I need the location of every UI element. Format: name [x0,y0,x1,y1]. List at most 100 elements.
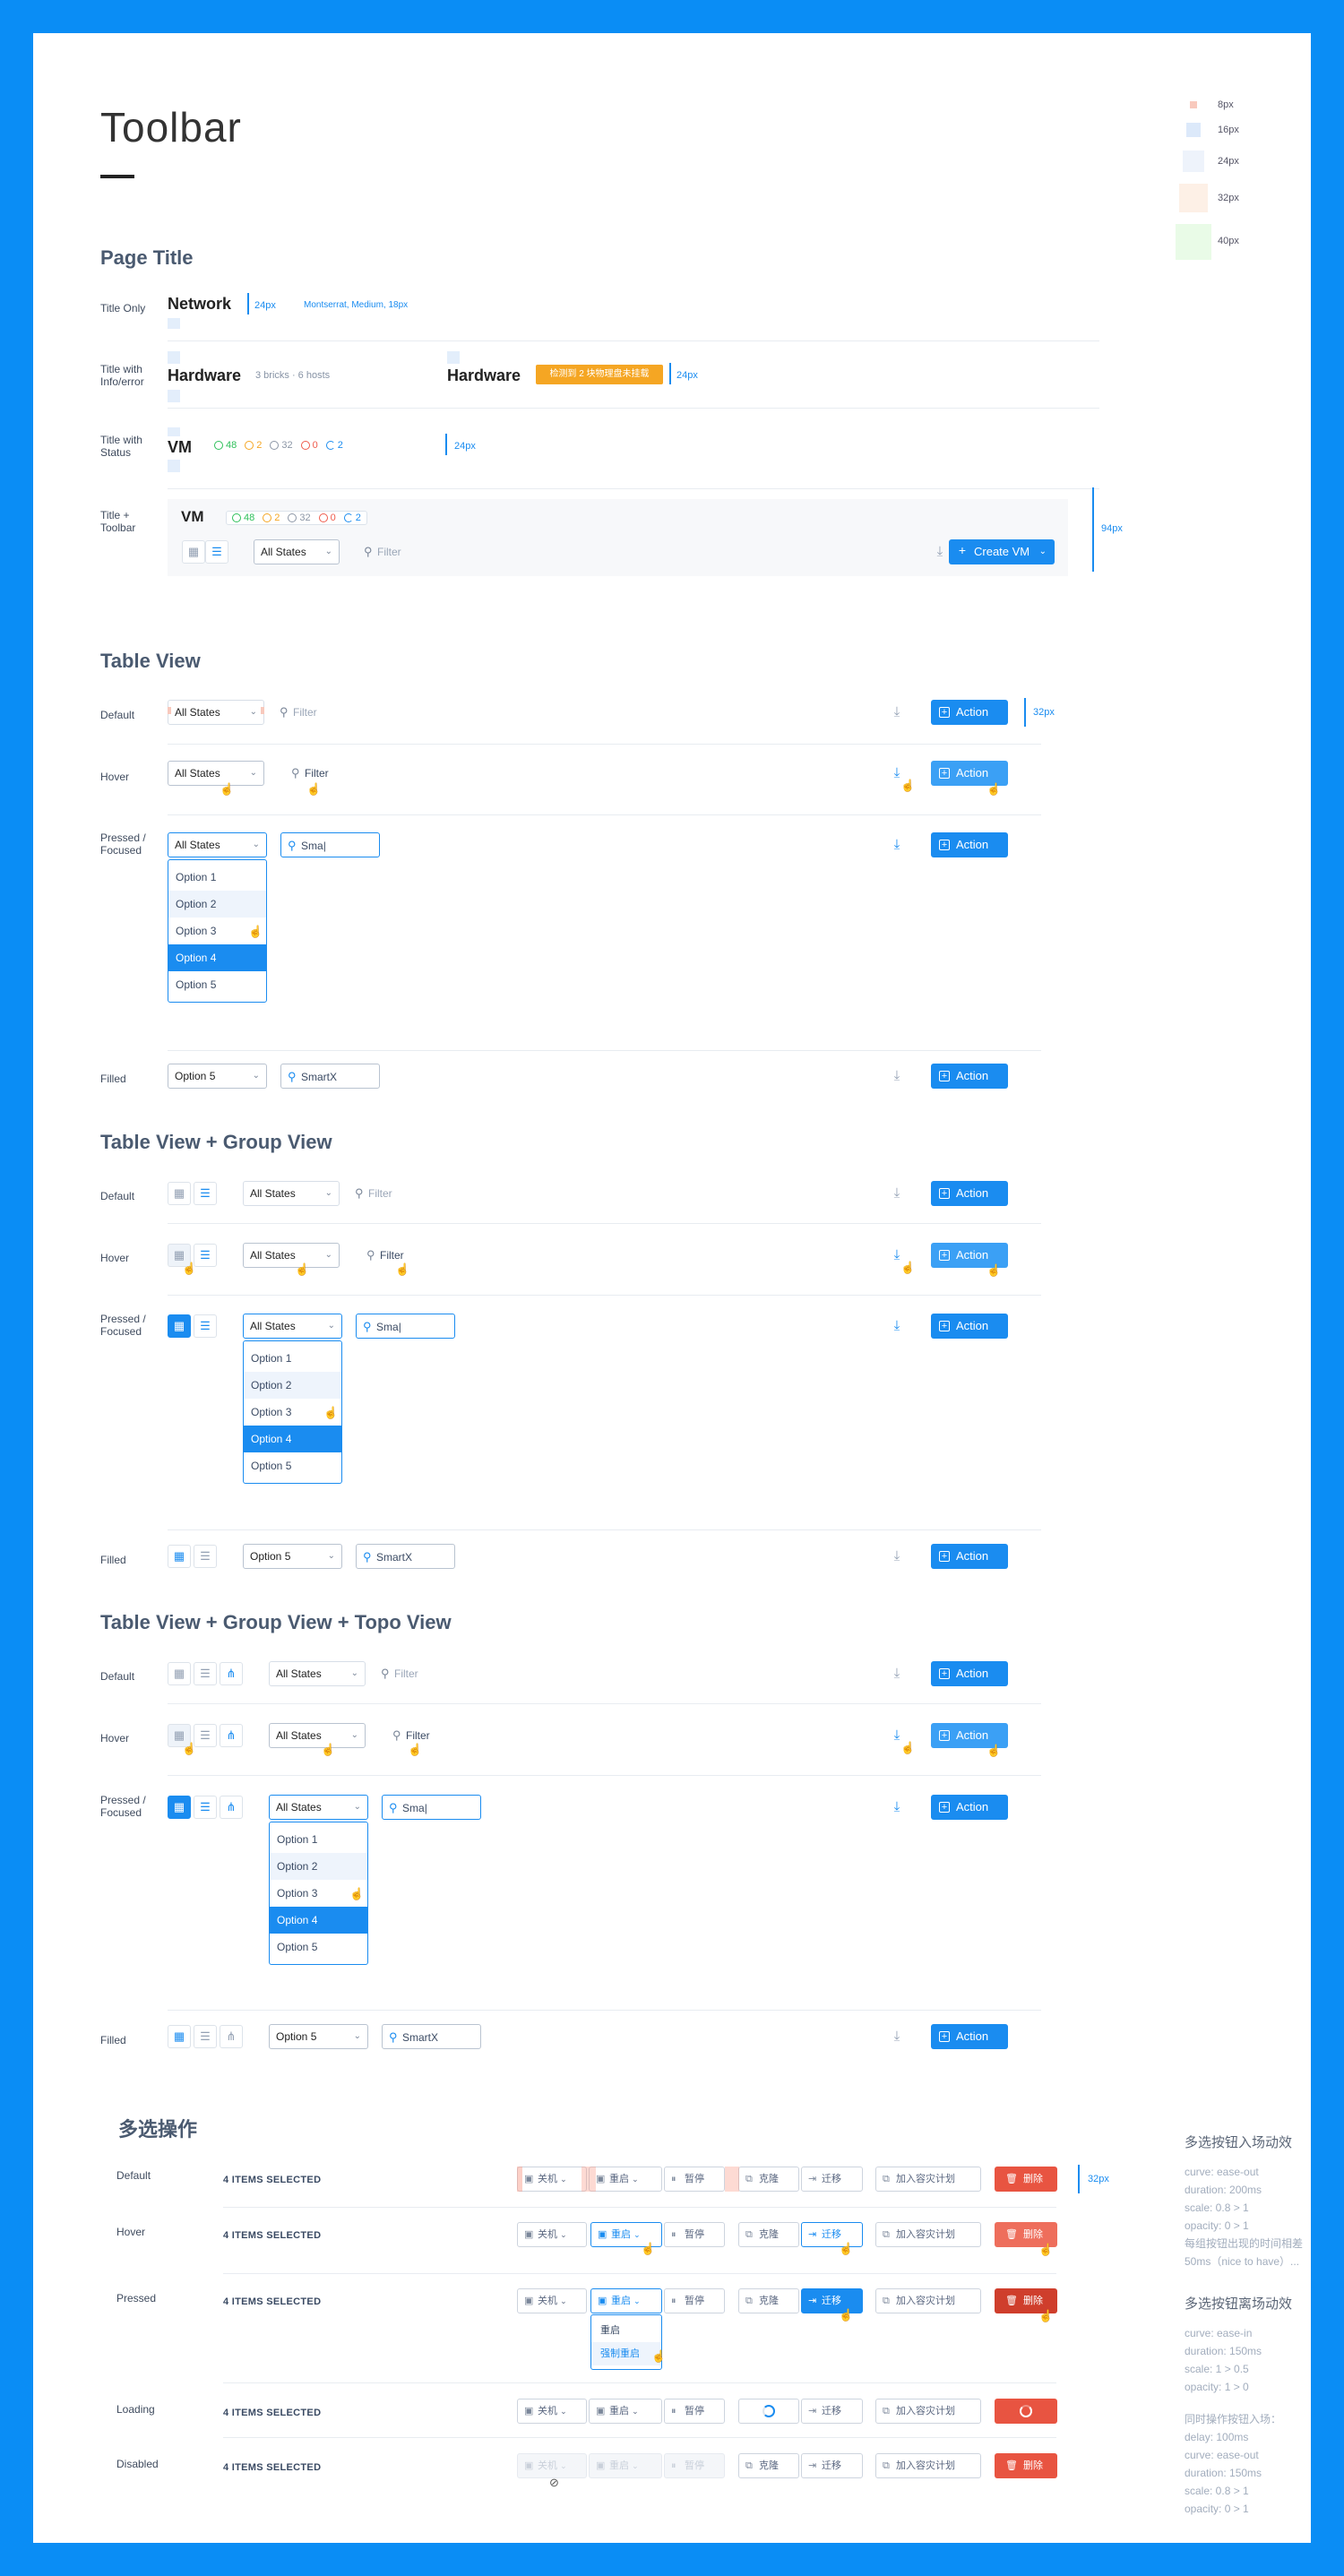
pause-button[interactable]: ⏸ 暂停 [664,2222,725,2247]
list-view-icon[interactable]: ☰ [194,1244,217,1267]
search-input[interactable]: ⚲ Sma| [280,832,380,857]
dr-plan-button[interactable]: ⧉ 加入容灾计划 [875,2222,981,2247]
pause-button[interactable]: ⏸ 暂停 [664,2167,725,2192]
list-view-icon[interactable]: ☰ [194,1545,217,1568]
filter-input[interactable]: ⚲ Filter [375,1661,455,1686]
shutdown-button[interactable]: ▣ 关机 ⌄ [517,2453,587,2478]
action-button[interactable]: + Action [931,2024,1008,2049]
search-input[interactable]: ⚲ SmartX [280,1064,380,1089]
download-icon[interactable]: ⤓ [887,1546,907,1566]
delete-button[interactable]: 🗑 删除 [995,2167,1057,2192]
status-running[interactable]: 48 [214,440,237,451]
pause-button[interactable]: ⏸ 暂停 [664,2399,725,2424]
status-warning[interactable]: 2 [263,513,280,523]
dropdown-option[interactable]: Option 5 [168,971,266,998]
migrate-button[interactable]: ⇥ 迁移 [801,2399,863,2424]
search-input[interactable]: ⚲ Sma| [382,1795,481,1820]
restart-button[interactable]: ▣ 重启 ⌄ [589,2167,662,2192]
create-vm-button[interactable]: + Create VM ⌄ [949,539,1055,564]
clone-button[interactable]: ⧉ 克隆 [738,2453,799,2478]
action-button[interactable]: + Action [931,1544,1008,1569]
dropdown-option[interactable]: Option 4 [270,1907,367,1934]
shutdown-button[interactable]: ▣ 关机 ⌄ [517,2399,587,2424]
action-button[interactable]: + Action [931,832,1008,857]
topo-view-icon[interactable]: ⋔ [220,1724,243,1747]
list-view-icon[interactable]: ☰ [205,540,228,564]
status-syncing[interactable]: 2 [325,440,343,451]
state-select[interactable]: All States ⌄ [168,761,264,786]
state-select[interactable]: All States ⌄ [269,1795,368,1820]
status-warning[interactable]: 2 [245,440,262,451]
dropdown-option[interactable]: 重启 [591,2319,661,2342]
download-icon[interactable]: ⤓ [887,702,907,722]
filter-input[interactable]: ⚲ Filter [285,761,366,786]
delete-button-loading[interactable] [995,2399,1057,2424]
grid-view-icon[interactable]: ▦ [168,1182,191,1205]
list-view-icon[interactable]: ☰ [194,1314,217,1338]
state-select[interactable]: All States ⌄ [269,1661,366,1686]
list-view-icon[interactable]: ☰ [194,1796,217,1819]
state-select[interactable]: All States ⌄ [243,1243,340,1268]
state-select[interactable]: Option 5 ⌄ [243,1544,342,1569]
status-stopped[interactable]: 32 [270,440,293,451]
delete-button[interactable]: 🗑 删除 [995,2453,1057,2478]
dropdown-option[interactable]: Option 5 [244,1452,341,1479]
shutdown-button[interactable]: ▣ 关机 ⌄ [517,2222,587,2247]
dropdown-option[interactable]: Option 2 [270,1853,367,1880]
download-icon[interactable]: ⤓ [930,542,950,562]
status-stopped[interactable]: 32 [288,513,311,523]
search-input[interactable]: ⚲ SmartX [356,1544,455,1569]
topo-view-icon[interactable]: ⋔ [220,1662,243,1685]
action-button[interactable]: + Action [931,1661,1008,1686]
download-icon[interactable]: ⤓ [887,1184,907,1203]
dropdown-option[interactable]: Option 4 [244,1426,341,1452]
dropdown-option[interactable]: Option 1 [270,1826,367,1853]
action-button[interactable]: + Action [931,1181,1008,1206]
restart-button[interactable]: ▣ 重启 ⌄ [589,2453,662,2478]
list-view-icon[interactable]: ☰ [194,1662,217,1685]
filter-input[interactable]: ⚲ Filter [349,1181,429,1206]
status-error[interactable]: 0 [318,513,336,523]
dr-plan-button[interactable]: ⧉ 加入容灾计划 [875,2167,981,2192]
download-icon[interactable]: ⤓ [887,835,907,855]
download-icon[interactable]: ⤓ [887,1664,907,1684]
status-running[interactable]: 48 [232,513,254,523]
state-select[interactable]: All States ⌄ [243,1181,340,1206]
dropdown-option[interactable]: Option 5 [270,1934,367,1960]
state-select[interactable]: All States ⌄ [168,700,264,725]
dropdown-option[interactable]: Option 2 [244,1372,341,1399]
download-icon[interactable]: ⤓ [887,1066,907,1086]
grid-view-icon[interactable]: ▦ [168,1662,191,1685]
shutdown-button[interactable]: ▣ 关机 ⌄ [517,2288,587,2313]
migrate-button[interactable]: ⇥ 迁移 [801,2288,863,2313]
error-badge[interactable]: 检测到 2 块物理盘未挂载 [536,365,663,384]
filter-input[interactable]: ⚲ Filter [358,539,465,564]
status-syncing[interactable]: 2 [343,513,361,523]
clone-button[interactable]: ⧉ 克隆 [738,2288,799,2313]
clone-button[interactable]: ⧉ 克隆 [738,2222,799,2247]
grid-view-icon[interactable]: ▦ [168,1796,191,1819]
topo-view-icon[interactable]: ⋔ [220,2025,243,2048]
pause-button[interactable]: ⏸ 暂停 [664,2288,725,2313]
action-button[interactable]: + Action [931,1795,1008,1820]
dropdown-option[interactable]: Option 1 [168,864,266,891]
clone-button-loading[interactable] [738,2399,799,2424]
dr-plan-button[interactable]: ⧉ 加入容灾计划 [875,2288,981,2313]
grid-view-icon[interactable]: ▦ [168,1314,191,1338]
topo-view-icon[interactable]: ⋔ [220,1796,243,1819]
action-button[interactable]: + Action [931,1314,1008,1339]
shutdown-button[interactable]: ▣ 关机 ⌄ [517,2167,587,2192]
list-view-icon[interactable]: ☰ [194,2025,217,2048]
dropdown-option[interactable]: Option 1 [244,1345,341,1372]
clone-button[interactable]: ⧉ 克隆 [738,2167,799,2192]
state-select[interactable]: All States ⌄ [254,539,340,564]
download-icon[interactable]: ⤓ [887,2027,907,2046]
action-button[interactable]: + Action [931,1064,1008,1089]
filter-input[interactable]: ⚲ Filter [386,1723,467,1748]
search-input[interactable]: ⚲ Sma| [356,1314,455,1339]
grid-view-icon[interactable]: ▦ [168,1545,191,1568]
filter-input[interactable]: ⚲ Filter [273,700,354,725]
migrate-button[interactable]: ⇥ 迁移 [801,2222,863,2247]
list-view-icon[interactable]: ☰ [194,1724,217,1747]
migrate-button[interactable]: ⇥ 迁移 [801,2167,863,2192]
